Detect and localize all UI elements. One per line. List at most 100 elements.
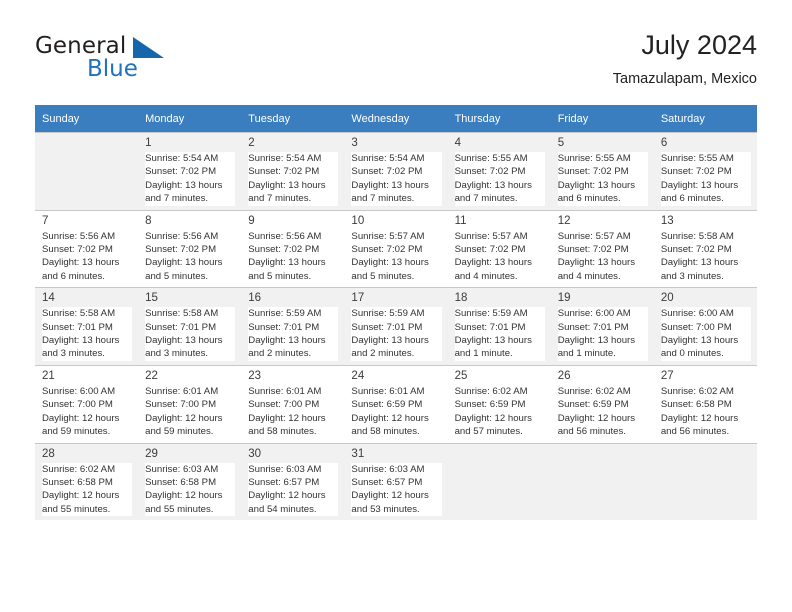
calendar-day-cell[interactable]: 22 Sunrise: 6:01 AM Sunset: 7:00 PM Dayligh…: [138, 364, 242, 443]
calendar-day-cell[interactable]: 28 Sunrise: 6:02 AM Sunset: 6:58 PM Dayligh…: [35, 442, 139, 521]
calendar-day-cell[interactable]: 5 Sunrise: 5:55 AM Sunset: 7:02 PM Daylight…: [550, 132, 654, 211]
daylight-minutes-text: and 7 minutes.: [145, 193, 209, 205]
sunrise-text: Sunrise: 5:59 AM: [454, 308, 528, 320]
sunset-text: Sunset: 7:02 PM: [145, 166, 217, 178]
calendar-day-cell[interactable]: 23 Sunrise: 6:01 AM Sunset: 7:00 PM Dayligh…: [241, 364, 345, 443]
calendar-day-cell[interactable]: 15 Sunrise: 5:58 AM Sunset: 7:01 PM Dayligh…: [138, 287, 242, 366]
daylight-minutes-text: and 54 minutes.: [248, 503, 317, 515]
day-cell-inner: 27 Sunrise: 6:02 AM Sunset: 6:58 PM Dayligh…: [654, 366, 757, 443]
weekday-header-monday: Monday: [138, 105, 242, 133]
day-cell-inner: [551, 444, 654, 521]
calendar-day-cell[interactable]: 13 Sunrise: 5:58 AM Sunset: 7:02 PM Dayligh…: [653, 209, 757, 288]
daylight-minutes-text: and 3 minutes.: [660, 270, 724, 282]
daylight-hours-text: Daylight: 13 hours: [248, 335, 326, 347]
sunset-text: Sunset: 7:01 PM: [42, 321, 113, 333]
day-cell-inner: 2 Sunrise: 5:54 AM Sunset: 7:02 PM Daylight…: [241, 133, 344, 210]
calendar-week-row: 21 Sunrise: 6:00 AM Sunset: 7:00 PM Dayligh…: [35, 364, 757, 443]
sunrise-text: Sunrise: 5:54 AM: [351, 153, 425, 164]
day-number: 13: [660, 214, 674, 227]
day-cell-inner: 15 Sunrise: 5:58 AM Sunset: 7:01 PM Dayligh…: [138, 288, 241, 365]
day-details: Sunrise: 6:00 AM Sunset: 7:00 PM Daylight:…: [660, 307, 751, 361]
day-details: Sunrise: 5:58 AM Sunset: 7:01 PM Daylight:…: [145, 307, 236, 361]
day-details: Sunrise: 5:56 AM Sunset: 7:02 PM Daylight:…: [145, 229, 236, 284]
sunset-text: Sunset: 6:58 PM: [145, 476, 217, 488]
calendar-day-cell[interactable]: 16 Sunrise: 5:59 AM Sunset: 7:01 PM Dayligh…: [241, 287, 345, 366]
day-number: 8: [145, 214, 152, 227]
daylight-hours-text: Daylight: 12 hours: [145, 490, 223, 502]
sunset-text: Sunset: 6:58 PM: [660, 399, 732, 411]
calendar-day-cell[interactable]: 24 Sunrise: 6:01 AM Sunset: 6:59 PM Dayligh…: [344, 364, 448, 443]
calendar-day-cell[interactable]: 17 Sunrise: 5:59 AM Sunset: 7:01 PM Dayligh…: [344, 287, 448, 366]
daylight-minutes-text: and 55 minutes.: [145, 503, 214, 515]
calendar-day-cell[interactable]: 10 Sunrise: 5:57 AM Sunset: 7:02 PM Dayligh…: [344, 209, 448, 288]
sunrise-text: Sunrise: 6:00 AM: [557, 308, 631, 320]
calendar-day-cell[interactable]: 1 Sunrise: 5:54 AM Sunset: 7:02 PM Daylight…: [138, 132, 242, 211]
day-number: 11: [454, 214, 467, 227]
calendar-day-cell[interactable]: 21 Sunrise: 6:00 AM Sunset: 7:00 PM Dayligh…: [35, 364, 139, 443]
weekday-header-thursday: Thursday: [447, 105, 551, 133]
day-details: Sunrise: 5:57 AM Sunset: 7:02 PM Daylight:…: [351, 229, 442, 284]
calendar-day-cell[interactable]: 12 Sunrise: 5:57 AM Sunset: 7:02 PM Dayligh…: [550, 209, 654, 288]
sunset-text: Sunset: 6:59 PM: [351, 399, 423, 411]
calendar-day-cell[interactable]: 27 Sunrise: 6:02 AM Sunset: 6:58 PM Dayligh…: [653, 364, 757, 443]
calendar-day-cell[interactable]: 8 Sunrise: 5:56 AM Sunset: 7:02 PM Daylight…: [138, 209, 242, 288]
day-details: Sunrise: 5:59 AM Sunset: 7:01 PM Daylight:…: [454, 307, 545, 361]
calendar-day-cell[interactable]: 4 Sunrise: 5:55 AM Sunset: 7:02 PM Daylight…: [447, 132, 551, 211]
calendar-day-cell[interactable]: 18 Sunrise: 5:59 AM Sunset: 7:01 PM Dayligh…: [447, 287, 551, 366]
calendar-cell-empty: [35, 132, 139, 211]
day-cell-inner: 3 Sunrise: 5:54 AM Sunset: 7:02 PM Daylight…: [344, 133, 447, 210]
sunrise-text: Sunrise: 6:03 AM: [351, 463, 425, 475]
day-number: 17: [351, 292, 365, 305]
day-details: Sunrise: 5:55 AM Sunset: 7:02 PM Daylight:…: [557, 152, 648, 206]
general-blue-logo[interactable]: General Blue: [35, 33, 245, 85]
calendar-day-cell[interactable]: 29 Sunrise: 6:03 AM Sunset: 6:58 PM Dayligh…: [138, 442, 242, 521]
day-cell-inner: 5 Sunrise: 5:55 AM Sunset: 7:02 PM Daylight…: [551, 133, 654, 210]
day-details: Sunrise: 6:03 AM Sunset: 6:57 PM Daylight:…: [248, 462, 339, 517]
sunrise-text: Sunrise: 6:01 AM: [351, 385, 425, 397]
sunset-text: Sunset: 7:02 PM: [248, 244, 320, 256]
calendar-day-cell[interactable]: 14 Sunrise: 5:58 AM Sunset: 7:01 PM Dayligh…: [35, 287, 139, 366]
weekday-header-sunday: Sunday: [35, 105, 139, 133]
daylight-minutes-text: and 1 minute.: [454, 348, 513, 360]
day-cell-inner: 17 Sunrise: 5:59 AM Sunset: 7:01 PM Dayligh…: [344, 288, 447, 365]
day-details: Sunrise: 6:02 AM Sunset: 6:59 PM Daylight:…: [454, 384, 545, 439]
calendar-day-cell[interactable]: 9 Sunrise: 5:56 AM Sunset: 7:02 PM Daylight…: [241, 209, 345, 288]
day-number: 24: [351, 369, 365, 382]
calendar-day-cell[interactable]: 25 Sunrise: 6:02 AM Sunset: 6:59 PM Dayligh…: [447, 364, 551, 443]
day-number: 5: [557, 137, 565, 149]
day-details: Sunrise: 6:01 AM Sunset: 7:00 PM Daylight:…: [248, 384, 339, 439]
daylight-hours-text: Daylight: 12 hours: [660, 412, 739, 424]
day-cell-inner: 14 Sunrise: 5:58 AM Sunset: 7:01 PM Dayligh…: [35, 288, 138, 365]
sunrise-text: Sunrise: 5:54 AM: [248, 153, 322, 164]
daylight-hours-text: Daylight: 13 hours: [145, 257, 223, 269]
calendar-day-cell[interactable]: 2 Sunrise: 5:54 AM Sunset: 7:02 PM Daylight…: [241, 132, 345, 211]
sunset-text: Sunset: 7:00 PM: [42, 399, 113, 411]
day-cell-inner: 18 Sunrise: 5:59 AM Sunset: 7:01 PM Dayligh…: [448, 288, 551, 365]
daylight-minutes-text: and 7 minutes.: [248, 193, 312, 205]
calendar-day-cell[interactable]: 3 Sunrise: 5:54 AM Sunset: 7:02 PM Daylight…: [344, 132, 448, 211]
sunset-text: Sunset: 7:02 PM: [660, 244, 732, 256]
daylight-minutes-text: and 58 minutes.: [351, 426, 420, 438]
day-details: Sunrise: 6:00 AM Sunset: 7:00 PM Daylight:…: [42, 384, 133, 439]
sunset-text: Sunset: 7:02 PM: [454, 166, 526, 178]
day-number: 18: [454, 292, 468, 305]
calendar-day-cell[interactable]: 11 Sunrise: 5:57 AM Sunset: 7:02 PM Dayligh…: [447, 209, 551, 288]
daylight-minutes-text: and 53 minutes.: [351, 503, 420, 515]
day-number: 27: [660, 369, 674, 382]
daylight-minutes-text: and 3 minutes.: [145, 348, 209, 360]
calendar-day-cell[interactable]: 19 Sunrise: 6:00 AM Sunset: 7:01 PM Dayligh…: [550, 287, 654, 366]
daylight-minutes-text: and 4 minutes.: [557, 270, 621, 282]
day-details: Sunrise: 6:01 AM Sunset: 6:59 PM Daylight:…: [351, 384, 442, 439]
title-block: July 2024 Tamazulapam, Mexico: [613, 28, 757, 90]
day-number: 1: [145, 137, 152, 149]
calendar-day-cell[interactable]: 31 Sunrise: 6:03 AM Sunset: 6:57 PM Dayligh…: [344, 442, 448, 521]
calendar-day-cell[interactable]: 30 Sunrise: 6:03 AM Sunset: 6:57 PM Dayligh…: [241, 442, 345, 521]
sunrise-text: Sunrise: 6:02 AM: [557, 385, 631, 397]
day-number: 2: [248, 137, 255, 149]
calendar-day-cell[interactable]: 26 Sunrise: 6:02 AM Sunset: 6:59 PM Dayligh…: [550, 364, 654, 443]
calendar-day-cell[interactable]: 7 Sunrise: 5:56 AM Sunset: 7:02 PM Daylight…: [35, 209, 139, 288]
daylight-minutes-text: and 1 minute.: [557, 348, 616, 360]
calendar-day-cell[interactable]: 6 Sunrise: 5:55 AM Sunset: 7:02 PM Daylight…: [653, 132, 757, 211]
calendar-day-cell[interactable]: 20 Sunrise: 6:00 AM Sunset: 7:00 PM Dayligh…: [653, 287, 757, 366]
day-cell-inner: 23 Sunrise: 6:01 AM Sunset: 7:00 PM Dayligh…: [241, 366, 344, 443]
